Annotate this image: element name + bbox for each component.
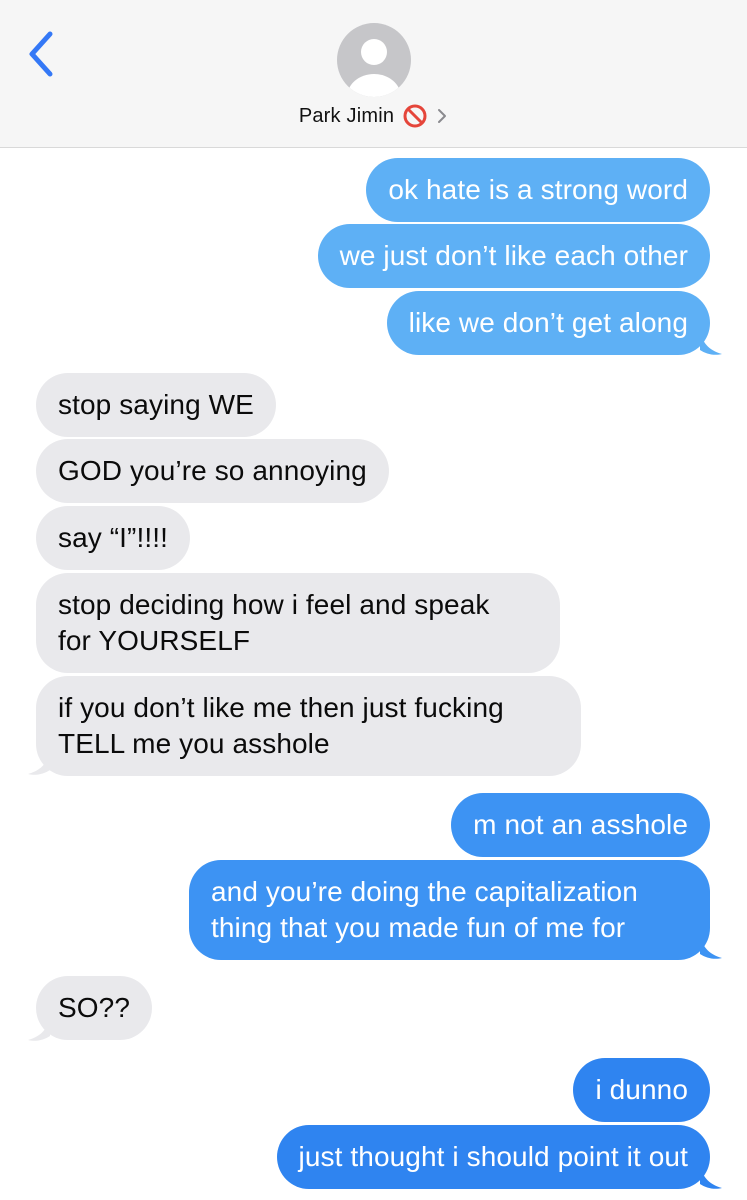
message-bubble[interactable]: stop deciding how i feel and speak for Y… [36, 573, 560, 673]
bubble-tail [700, 934, 722, 959]
message-bubble[interactable]: m not an asshole [451, 793, 710, 857]
message-bubble[interactable]: ok hate is a strong word [366, 158, 710, 222]
message-bubble[interactable]: like we don’t get along [386, 291, 710, 355]
message-bubble[interactable]: just thought i should point it out [276, 1125, 710, 1189]
message-bubble[interactable]: GOD you’re so annoying [36, 439, 389, 503]
message-bubble[interactable]: we just don’t like each other [317, 224, 710, 288]
message-bubble[interactable]: say “I”!!!! [36, 506, 190, 570]
bubble-tail [700, 1164, 722, 1189]
message-bubble[interactable]: stop saying WE [36, 373, 276, 437]
message-bubble[interactable]: i dunno [573, 1058, 710, 1122]
message-thread: ok hate is a strong word we just don’t l… [0, 0, 747, 1200]
bubble-tail [700, 330, 722, 355]
bubble-tail [28, 1016, 50, 1041]
message-bubble[interactable]: if you don’t like me then just fucking T… [36, 676, 581, 776]
bubble-tail [28, 750, 50, 775]
message-bubble[interactable]: and you’re doing the capitalization thin… [189, 860, 710, 960]
message-bubble[interactable]: SO?? [36, 976, 152, 1040]
